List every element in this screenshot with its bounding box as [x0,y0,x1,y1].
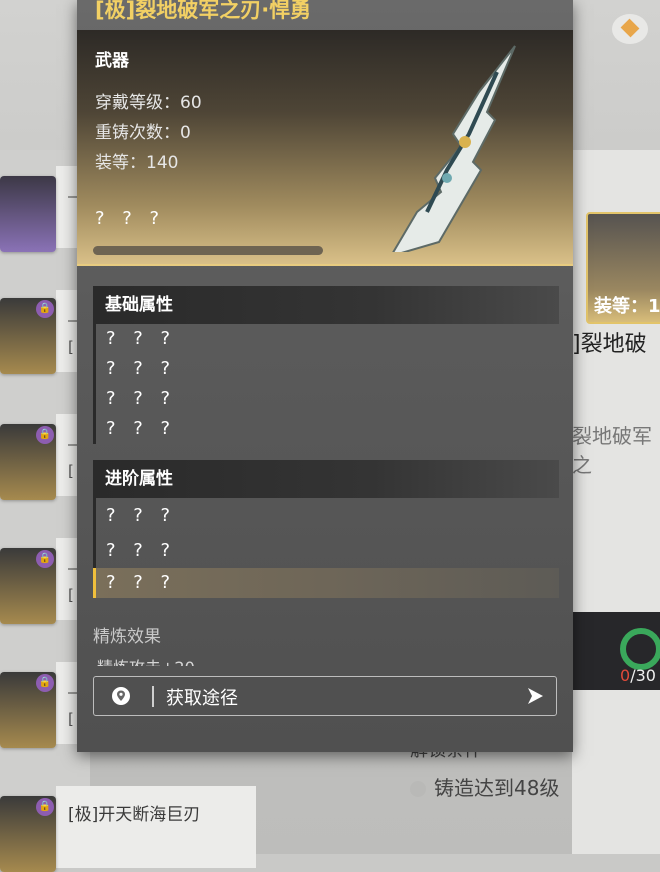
lock-icon: 🔒 [36,300,54,318]
acquisition-source-label: 获取途径 [166,688,238,709]
item-thumbnail[interactable]: 🔒 [0,796,56,872]
progress-ring [620,628,660,670]
unlock-condition: 铸造达到48级 [410,772,559,801]
weapon-icon [392,45,516,252]
base-attributes-section: 基础属性 ? ? ? ? ? ? ? ? ? ? ? ? [93,286,559,444]
list-item-label: [极]开天断海巨刃 [68,805,201,825]
header-bar [93,246,323,255]
progress-count: 0/30 [620,666,656,685]
lock-icon: 🔒 [36,550,54,568]
gem-icon[interactable] [612,14,648,44]
attribute-line: ? ? ? [106,418,177,439]
list-item[interactable] [56,786,256,868]
attribute-line: ? ? ? [106,540,177,561]
selected-item-thumbnail[interactable]: 装等：1 [586,212,660,324]
section-title: 基础属性 [93,286,559,324]
detail-subtitle: 裂地破军之 [572,424,652,477]
gear-score: 装等：140 [95,153,179,173]
item-thumbnail[interactable]: 🔒 [0,672,56,748]
attribute-line: ? ? ? [106,505,177,526]
refine-effect: 精炼攻击+20 [97,654,195,666]
item-tooltip: 武器 穿戴等级：60 重铸次数：0 装等：140 ? ? ? [极]裂地破军之刃… [77,0,573,752]
detail-title: ]裂地破 [572,332,647,357]
item-thumbnail[interactable]: 🔒 [0,424,56,500]
hidden-info: ? ? ? [95,208,166,229]
arrow-right-icon [528,688,543,704]
attribute-line: ? ? ? [106,358,177,379]
section-title: 进阶属性 [93,460,559,498]
item-name: [极]裂地破军之刃·悍勇 [95,0,312,22]
wear-level: 穿戴等级：60 [95,93,202,113]
location-pin-icon [112,687,130,705]
attribute-line: ? ? ? [106,328,177,349]
item-thumbnail[interactable]: 🔒 [0,548,56,624]
lock-icon: 🔒 [36,674,54,692]
refine-title: 精炼效果 [93,627,161,647]
acquisition-source-button[interactable]: 获取途径 [93,676,557,716]
item-thumbnail[interactable] [0,176,56,252]
reforge-count: 重铸次数：0 [95,123,191,143]
item-thumbnail[interactable]: 🔒 [0,298,56,374]
status-dot-icon [410,781,426,797]
item-header: 武器 穿戴等级：60 重铸次数：0 装等：140 ? ? ? [77,30,573,266]
advanced-attributes-section: 进阶属性 ? ? ? ? ? ? ? ? ? [93,460,559,598]
attribute-line: ? ? ? [106,388,177,409]
item-category: 武器 [95,51,129,71]
attribute-line-selected[interactable]: ? ? ? [93,568,559,598]
lock-icon: 🔒 [36,426,54,444]
lock-icon: 🔒 [36,798,54,816]
